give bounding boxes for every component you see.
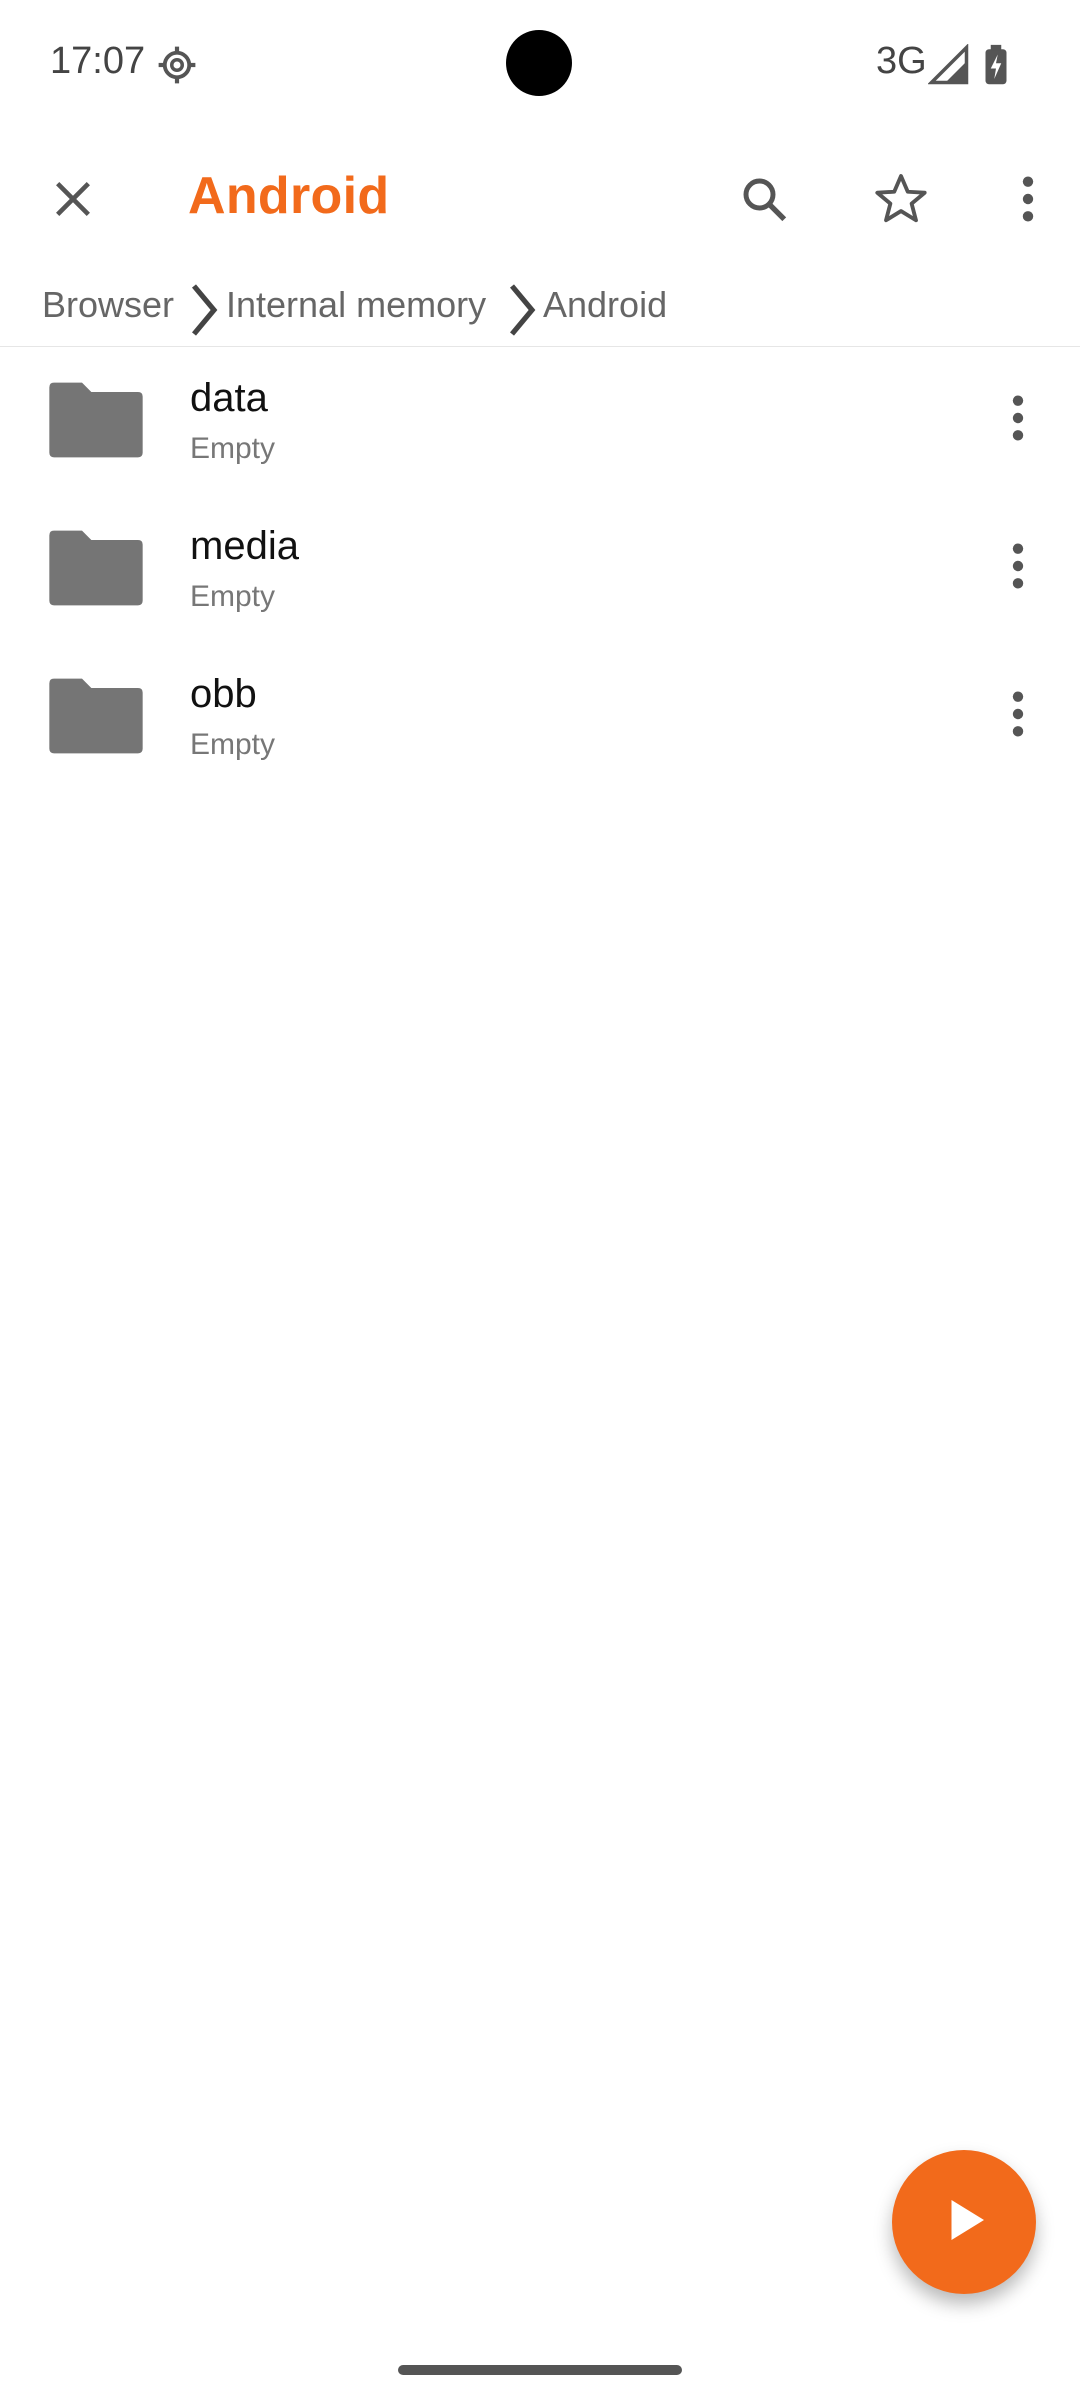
chevron-right-icon: [182, 282, 222, 338]
item-menu-button[interactable]: [958, 358, 1078, 482]
breadcrumb-item-android[interactable]: Android: [543, 284, 667, 326]
more-vert-icon: [1008, 392, 1028, 449]
play-fab-button[interactable]: [892, 2150, 1036, 2294]
search-button[interactable]: [702, 138, 826, 264]
overflow-menu-button[interactable]: [976, 138, 1080, 264]
status-time: 17:07: [50, 40, 146, 82]
more-vert-icon: [1018, 173, 1038, 230]
battery-icon: [980, 44, 1012, 86]
close-icon: [50, 176, 96, 227]
file-subtitle: Empty: [190, 432, 276, 465]
page-title: Android: [188, 167, 390, 225]
gesture-nav-handle[interactable]: [398, 2365, 682, 2375]
more-vert-icon: [1008, 688, 1028, 745]
list-item[interactable]: [0, 494, 1080, 642]
file-name: media: [190, 524, 299, 568]
breadcrumb-item-internal-memory[interactable]: Internal memory: [226, 284, 486, 326]
more-vert-icon: [1008, 540, 1028, 597]
item-menu-button[interactable]: [958, 506, 1078, 630]
list-item[interactable]: [0, 642, 1080, 790]
file-subtitle: Empty: [190, 580, 276, 613]
favorite-button[interactable]: [828, 138, 974, 264]
network-type: 3G: [876, 40, 927, 82]
play-icon: [934, 2190, 994, 2255]
signal-icon: [927, 43, 970, 86]
list-item[interactable]: [0, 346, 1080, 494]
item-menu-button[interactable]: [958, 654, 1078, 778]
file-subtitle: Empty: [190, 728, 276, 761]
folder-icon: [40, 660, 152, 772]
folder-icon: [40, 364, 152, 476]
close-button[interactable]: [0, 128, 146, 274]
front-camera: [506, 30, 572, 96]
search-icon: [737, 172, 791, 231]
star-icon: [872, 170, 930, 233]
file-name: obb: [190, 672, 257, 716]
folder-icon: [40, 512, 152, 624]
breadcrumb-item-browser[interactable]: Browser: [42, 284, 174, 326]
chevron-right-icon: [500, 282, 540, 338]
file-name: data: [190, 376, 268, 420]
settings-gear-icon: [156, 44, 198, 86]
